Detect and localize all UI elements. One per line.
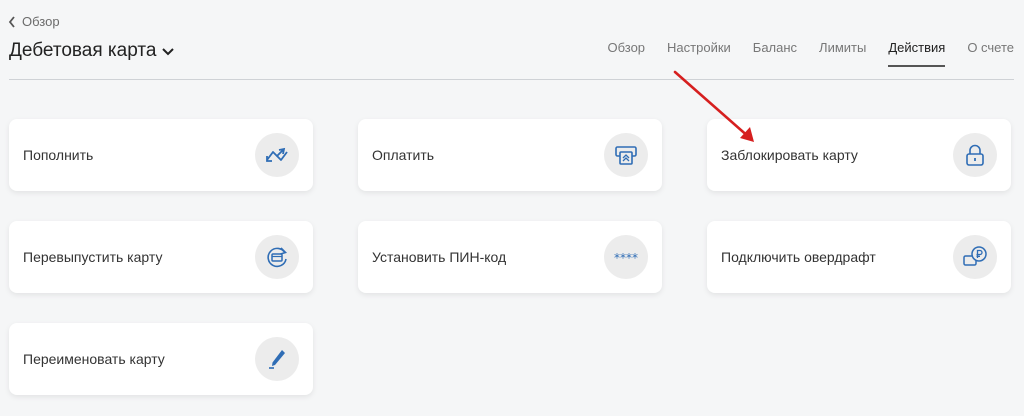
overdraft-ruble-icon <box>963 246 987 266</box>
tab-about-account[interactable]: О счете <box>967 40 1014 67</box>
action-card-block-card[interactable]: Заблокировать карту <box>707 119 1011 191</box>
chevron-down-icon <box>162 48 175 56</box>
action-label: Оплатить <box>372 147 435 163</box>
icon-badge <box>953 235 997 279</box>
action-label: Переименовать карту <box>23 351 165 367</box>
card-reissue-icon <box>267 247 288 268</box>
chevron-left-icon <box>8 15 15 28</box>
action-card-set-pin[interactable]: Установить ПИН-код **** <box>358 221 662 293</box>
action-label: Установить ПИН-код <box>372 249 507 265</box>
icon-badge: **** <box>604 235 648 279</box>
icon-badge <box>255 337 299 381</box>
tab-bar: Обзор Настройки Баланс Лимиты Действия О… <box>607 40 1014 67</box>
product-selector[interactable]: Дебетовая карта <box>9 40 175 62</box>
icon-badge <box>255 133 299 177</box>
payment-terminal-icon <box>615 146 637 165</box>
action-label: Подключить овердрафт <box>721 249 876 265</box>
action-card-pay[interactable]: Оплатить <box>358 119 662 191</box>
back-link-label: Обзор <box>22 14 60 29</box>
lock-icon <box>966 144 984 166</box>
back-link[interactable]: Обзор <box>8 14 60 29</box>
icon-badge <box>604 133 648 177</box>
tab-balance[interactable]: Баланс <box>753 40 797 67</box>
action-card-reissue-card[interactable]: Перевыпустить карту <box>9 221 313 293</box>
pin-dots-icon: **** <box>614 251 638 265</box>
tab-settings[interactable]: Настройки <box>667 40 731 67</box>
action-card-top-up[interactable]: Пополнить <box>9 119 313 191</box>
header-divider <box>9 79 1014 80</box>
page-title: Дебетовая карта <box>9 40 157 61</box>
action-label: Перевыпустить карту <box>23 249 163 265</box>
tab-actions[interactable]: Действия <box>888 40 945 67</box>
pen-icon <box>269 350 285 369</box>
action-card-rename-card[interactable]: Переименовать карту <box>9 323 313 395</box>
exchange-arrows-icon <box>266 147 288 162</box>
icon-badge <box>953 133 997 177</box>
tab-overview[interactable]: Обзор <box>607 40 645 67</box>
svg-text:****: **** <box>614 251 638 265</box>
icon-badge <box>255 235 299 279</box>
action-card-overdraft[interactable]: Подключить овердрафт <box>707 221 1011 293</box>
action-label: Заблокировать карту <box>721 147 858 163</box>
action-label: Пополнить <box>23 147 94 163</box>
tab-limits[interactable]: Лимиты <box>819 40 866 67</box>
